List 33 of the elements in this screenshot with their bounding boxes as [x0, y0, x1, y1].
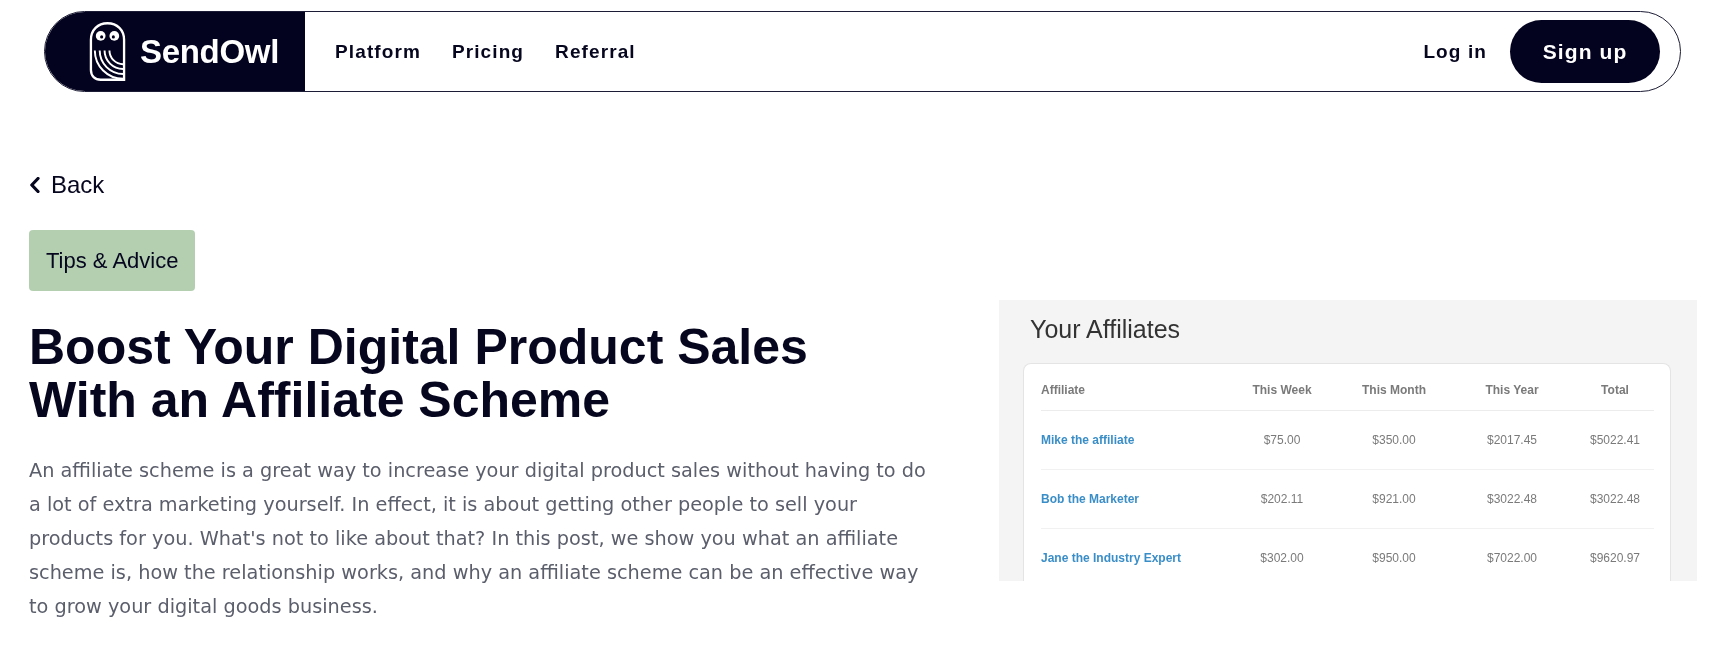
owl-icon [88, 21, 127, 82]
nav-link[interactable]: Platform [335, 39, 421, 64]
table-cell: $921.00 [1372, 492, 1416, 506]
table-cell: $75.00 [1263, 433, 1301, 447]
nav-link[interactable]: Pricing [451, 39, 525, 64]
chevron-left-icon [29, 177, 40, 193]
table-cell: $2017.45 [1486, 433, 1538, 447]
column-header: This Year [1485, 383, 1539, 397]
back-link[interactable]: Back [29, 170, 105, 200]
column-header: Total [1601, 383, 1629, 397]
table-cell: $3022.48 [1589, 492, 1641, 506]
table-cell: $9620.97 [1589, 551, 1641, 565]
affiliate-name: Bob the Marketer [1041, 492, 1140, 506]
affiliate-name: Mike the affiliate [1041, 433, 1135, 447]
signup-button[interactable]: Sign up [1510, 20, 1660, 83]
category-tag: Tips & Advice [29, 230, 196, 291]
article-title: Boost Your Digital Product Sales With an Affiliate Scheme [29, 321, 809, 427]
column-header: Affiliate [1041, 383, 1085, 397]
table-cell: $5022.41 [1589, 433, 1641, 447]
table-cell: $950.00 [1372, 551, 1416, 565]
nav-link[interactable]: Referral [555, 39, 636, 64]
table-cell: $302.00 [1260, 551, 1304, 565]
table-cell: $350.00 [1372, 433, 1416, 447]
table-cell: $3022.48 [1486, 492, 1538, 506]
logo-link[interactable]: SendOwl [45, 12, 306, 91]
affiliate-name: Jane the Industry Expert [1041, 551, 1182, 565]
login-link[interactable]: Log in [1423, 39, 1487, 64]
column-header: This Week [1252, 383, 1312, 397]
article-intro: An affiliate scheme is a great way to increase your digital product sales without having to do a lot of extra marketing yourself. In effect, it is about getting other people to sell your products for you. What's not to like about that? In this post, we show you what an affiliate scheme is, how the relationship works, and why an affiliate scheme can be an effective way to grow your digital goods business. [29, 458, 927, 620]
table-cell: $7022.00 [1486, 551, 1538, 565]
table-cell: $202.11 [1260, 492, 1304, 506]
screenshot-title: Your Affiliates [1030, 314, 1182, 344]
column-header: This Month [1362, 383, 1426, 397]
